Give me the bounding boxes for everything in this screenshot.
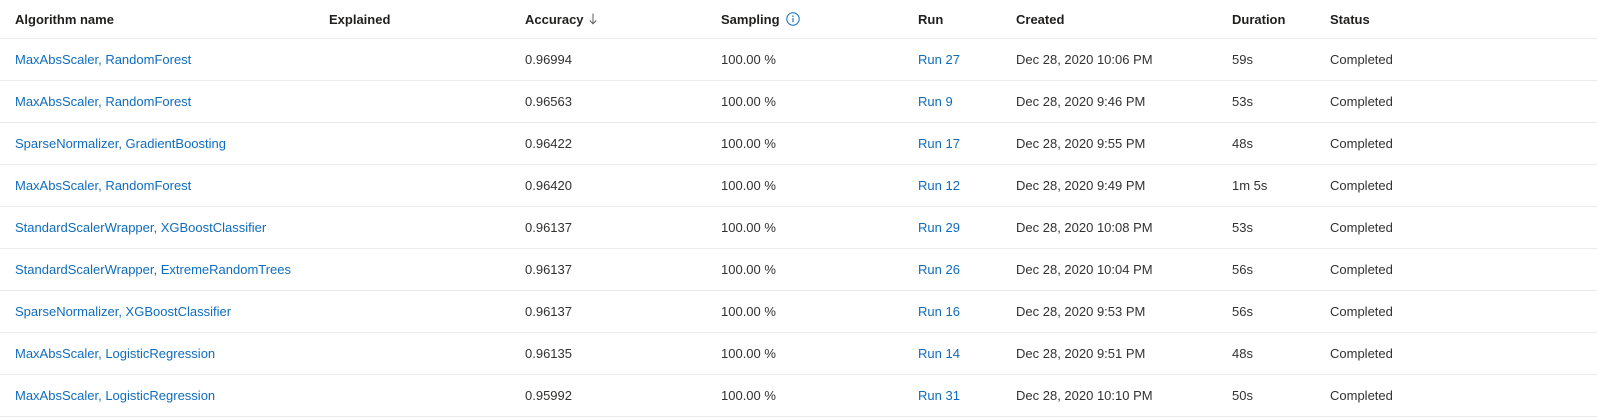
duration-cell: 59s bbox=[1232, 52, 1253, 67]
created-cell: Dec 28, 2020 10:10 PM bbox=[1016, 388, 1153, 403]
accuracy-cell: 0.96420 bbox=[525, 178, 572, 193]
column-header-accuracy[interactable]: Accuracy bbox=[525, 0, 597, 38]
created-cell: Dec 28, 2020 10:08 PM bbox=[1016, 220, 1153, 235]
column-header-label: Run bbox=[918, 11, 944, 27]
duration-cell: 48s bbox=[1232, 136, 1253, 151]
status-cell: Completed bbox=[1330, 388, 1393, 403]
sampling-cell: 100.00 % bbox=[721, 178, 776, 193]
status-cell: Completed bbox=[1330, 262, 1393, 277]
run-link[interactable]: Run 9 bbox=[918, 94, 953, 109]
created-cell: Dec 28, 2020 9:51 PM bbox=[1016, 346, 1146, 361]
sampling-cell: 100.00 % bbox=[721, 94, 776, 109]
algorithm-link[interactable]: MaxAbsScaler, RandomForest bbox=[15, 52, 191, 67]
status-cell: Completed bbox=[1330, 304, 1393, 319]
table-row[interactable]: StandardScalerWrapper, ExtremeRandomTree… bbox=[0, 249, 1597, 291]
table-row[interactable]: MaxAbsScaler, LogisticRegression 0.96135… bbox=[0, 333, 1597, 375]
algorithm-link[interactable]: SparseNormalizer, GradientBoosting bbox=[15, 136, 226, 151]
accuracy-cell: 0.96137 bbox=[525, 220, 572, 235]
arrow-down-icon[interactable] bbox=[588, 13, 597, 25]
table-row[interactable]: MaxAbsScaler, RandomForest 0.96420 100.0… bbox=[0, 165, 1597, 207]
status-cell: Completed bbox=[1330, 220, 1393, 235]
column-header-label: Status bbox=[1330, 11, 1370, 27]
table-row[interactable]: SparseNormalizer, GradientBoosting 0.964… bbox=[0, 123, 1597, 165]
run-link[interactable]: Run 31 bbox=[918, 388, 960, 403]
created-cell: Dec 28, 2020 9:49 PM bbox=[1016, 178, 1146, 193]
run-link[interactable]: Run 29 bbox=[918, 220, 960, 235]
algorithm-link[interactable]: MaxAbsScaler, RandomForest bbox=[15, 94, 191, 109]
run-link[interactable]: Run 14 bbox=[918, 346, 960, 361]
column-header-label: Duration bbox=[1232, 11, 1286, 27]
accuracy-cell: 0.96137 bbox=[525, 304, 572, 319]
accuracy-cell: 0.96137 bbox=[525, 262, 572, 277]
sampling-cell: 100.00 % bbox=[721, 262, 776, 277]
sampling-cell: 100.00 % bbox=[721, 304, 776, 319]
table-row[interactable]: StandardScalerWrapper, XGBoostClassifier… bbox=[0, 207, 1597, 249]
sampling-cell: 100.00 % bbox=[721, 220, 776, 235]
duration-cell: 53s bbox=[1232, 220, 1253, 235]
created-cell: Dec 28, 2020 9:55 PM bbox=[1016, 136, 1146, 151]
created-cell: Dec 28, 2020 9:53 PM bbox=[1016, 304, 1146, 319]
algorithm-link[interactable]: StandardScalerWrapper, XGBoostClassifier bbox=[15, 220, 266, 235]
run-link[interactable]: Run 12 bbox=[918, 178, 960, 193]
column-header-label: Explained bbox=[329, 11, 391, 27]
column-header-explained[interactable]: Explained bbox=[329, 0, 390, 38]
created-cell: Dec 28, 2020 9:46 PM bbox=[1016, 94, 1146, 109]
run-link[interactable]: Run 17 bbox=[918, 136, 960, 151]
run-link[interactable]: Run 27 bbox=[918, 52, 960, 67]
duration-cell: 56s bbox=[1232, 304, 1253, 319]
status-cell: Completed bbox=[1330, 178, 1393, 193]
status-cell: Completed bbox=[1330, 346, 1393, 361]
duration-cell: 48s bbox=[1232, 346, 1253, 361]
accuracy-cell: 0.96563 bbox=[525, 94, 572, 109]
table-header: Algorithm name Explained Accuracy Sampli… bbox=[0, 0, 1597, 39]
duration-cell: 53s bbox=[1232, 94, 1253, 109]
run-link[interactable]: Run 26 bbox=[918, 262, 960, 277]
created-cell: Dec 28, 2020 10:04 PM bbox=[1016, 262, 1153, 277]
sampling-cell: 100.00 % bbox=[721, 52, 776, 67]
algorithm-link[interactable]: StandardScalerWrapper, ExtremeRandomTree… bbox=[15, 262, 291, 277]
accuracy-cell: 0.96135 bbox=[525, 346, 572, 361]
duration-cell: 50s bbox=[1232, 388, 1253, 403]
algorithm-link[interactable]: MaxAbsScaler, LogisticRegression bbox=[15, 388, 215, 403]
algorithm-link[interactable]: SparseNormalizer, XGBoostClassifier bbox=[15, 304, 231, 319]
status-cell: Completed bbox=[1330, 136, 1393, 151]
algorithm-link[interactable]: MaxAbsScaler, RandomForest bbox=[15, 178, 191, 193]
column-header-created[interactable]: Created bbox=[1016, 0, 1064, 38]
column-header-status[interactable]: Status bbox=[1330, 0, 1370, 38]
status-cell: Completed bbox=[1330, 94, 1393, 109]
accuracy-cell: 0.95992 bbox=[525, 388, 572, 403]
table-row[interactable]: MaxAbsScaler, RandomForest 0.96994 100.0… bbox=[0, 39, 1597, 81]
column-header-run[interactable]: Run bbox=[918, 0, 943, 38]
column-header-label: Accuracy bbox=[525, 11, 584, 27]
algorithm-link[interactable]: MaxAbsScaler, LogisticRegression bbox=[15, 346, 215, 361]
sampling-cell: 100.00 % bbox=[721, 136, 776, 151]
accuracy-cell: 0.96422 bbox=[525, 136, 572, 151]
created-cell: Dec 28, 2020 10:06 PM bbox=[1016, 52, 1153, 67]
column-header-label: Sampling bbox=[721, 11, 780, 27]
info-circle-icon[interactable] bbox=[785, 12, 800, 26]
column-header-algorithm-name[interactable]: Algorithm name bbox=[15, 0, 114, 38]
table-row[interactable]: MaxAbsScaler, LogisticRegression 0.95992… bbox=[0, 375, 1597, 417]
duration-cell: 1m 5s bbox=[1232, 178, 1268, 193]
table-row[interactable]: MaxAbsScaler, RandomForest 0.96563 100.0… bbox=[0, 81, 1597, 123]
models-table: Algorithm name Explained Accuracy Sampli… bbox=[0, 0, 1597, 417]
duration-cell: 56s bbox=[1232, 262, 1253, 277]
column-header-duration[interactable]: Duration bbox=[1232, 0, 1285, 38]
run-link[interactable]: Run 16 bbox=[918, 304, 960, 319]
column-header-sampling[interactable]: Sampling bbox=[721, 0, 800, 38]
accuracy-cell: 0.96994 bbox=[525, 52, 572, 67]
status-cell: Completed bbox=[1330, 52, 1393, 67]
table-row[interactable]: SparseNormalizer, XGBoostClassifier 0.96… bbox=[0, 291, 1597, 333]
column-header-label: Algorithm name bbox=[15, 11, 114, 27]
sampling-cell: 100.00 % bbox=[721, 388, 776, 403]
column-header-label: Created bbox=[1016, 11, 1065, 27]
sampling-cell: 100.00 % bbox=[721, 346, 776, 361]
